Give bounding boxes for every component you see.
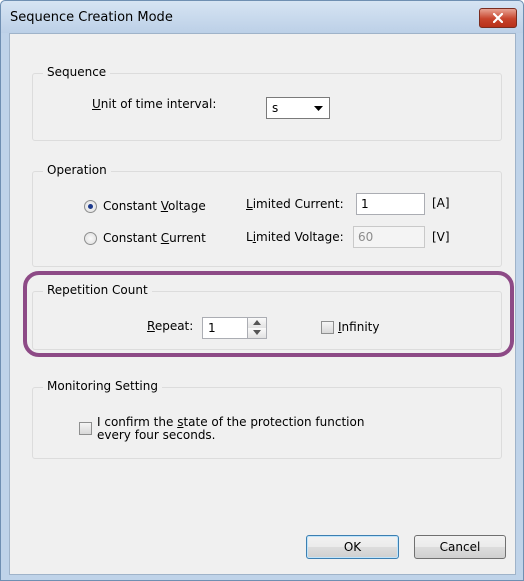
limited-current-label: Limited Current:	[246, 197, 344, 211]
sequence-group: Sequence Unit of time interval: s	[32, 65, 502, 141]
cancel-button[interactable]: Cancel	[414, 535, 506, 559]
limited-voltage-unit: [V]	[432, 230, 450, 244]
operation-group: Operation Constant Voltage Constant Curr…	[32, 163, 502, 267]
time-unit-value: s	[272, 101, 279, 115]
window-title: Sequence Creation Mode	[10, 10, 173, 25]
chevron-down-icon	[314, 106, 323, 111]
close-icon	[493, 13, 503, 23]
time-unit-select[interactable]: s	[266, 97, 330, 119]
constant-voltage-label[interactable]: Constant Voltage	[103, 199, 206, 213]
limited-voltage-input[interactable]: 60	[353, 226, 425, 248]
constant-current-radio[interactable]	[84, 232, 97, 245]
limited-voltage-label: Limited Voltage:	[246, 230, 344, 244]
dialog-window: Sequence Creation Mode Sequence Unit of …	[0, 0, 524, 581]
constant-current-label[interactable]: Constant Current	[103, 231, 206, 245]
ok-button[interactable]: OK	[306, 535, 399, 559]
title-bar[interactable]: Sequence Creation Mode	[1, 1, 523, 33]
limited-current-unit: [A]	[432, 196, 450, 210]
confirm-protection-checkbox[interactable]	[79, 422, 92, 435]
operation-legend: Operation	[43, 163, 111, 177]
confirm-protection-label[interactable]: I confirm the state of the protection fu…	[97, 416, 364, 442]
unit-of-time-interval-label: Unit of time interval:	[92, 97, 217, 111]
close-button[interactable]	[479, 8, 517, 28]
repetition-highlight-frame	[23, 271, 514, 357]
constant-voltage-radio[interactable]	[84, 200, 97, 213]
monitoring-setting-group: Monitoring Setting I confirm the state o…	[32, 379, 502, 459]
limited-current-input[interactable]: 1	[356, 193, 425, 215]
monitoring-setting-legend: Monitoring Setting	[43, 379, 162, 393]
sequence-legend: Sequence	[43, 65, 111, 79]
